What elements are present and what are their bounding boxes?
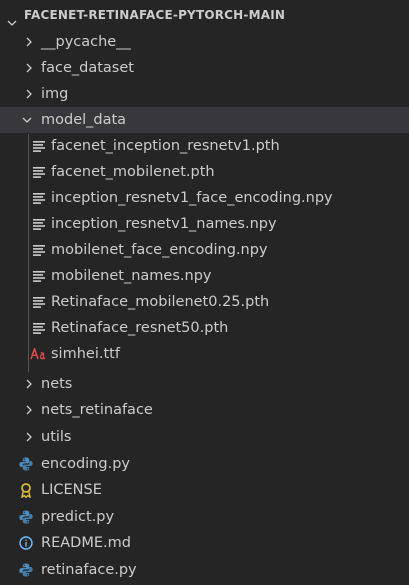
chevron-right-icon <box>22 35 36 49</box>
file-label: mobilenet_names.npy <box>51 268 212 284</box>
file-row[interactable]: predict.py <box>0 504 409 530</box>
file-label: encoding.py <box>41 456 130 472</box>
folder-label: face_dataset <box>41 60 134 76</box>
python-icon <box>19 563 33 577</box>
folder-label: __pycache__ <box>41 34 131 50</box>
file-row[interactable]: inception_resnetv1_names.npy <box>0 211 409 237</box>
chevron-right-icon <box>22 403 36 417</box>
file-label: Retinaface_mobilenet0.25.pth <box>51 294 270 310</box>
chevron-right-icon <box>22 61 36 75</box>
file-lines-icon <box>32 191 46 205</box>
folder-label: utils <box>41 429 72 445</box>
folder-face-dataset[interactable]: face_dataset <box>0 55 409 81</box>
file-label: simhei.ttf <box>51 346 120 362</box>
folder-label: img <box>41 86 69 102</box>
file-row[interactable]: inception_resnetv1_face_encoding.npy <box>0 185 409 211</box>
file-lines-icon <box>32 243 46 257</box>
file-row[interactable]: facenet_inception_resnetv1.pth <box>0 133 409 159</box>
file-row[interactable]: retinaface.py <box>0 557 409 583</box>
file-row[interactable]: mobilenet_names.npy <box>0 263 409 289</box>
font-file-icon <box>30 347 48 361</box>
folder-nets[interactable]: nets <box>0 371 409 397</box>
folder-label: nets_retinaface <box>41 402 153 418</box>
file-lines-icon <box>32 295 46 309</box>
folder-pycache[interactable]: __pycache__ <box>0 29 409 55</box>
file-row[interactable]: README.md <box>0 530 409 556</box>
file-row[interactable]: facenet_mobilenet.pth <box>0 159 409 185</box>
file-label: README.md <box>41 535 131 551</box>
python-icon <box>19 510 33 524</box>
python-icon <box>19 457 33 471</box>
folder-model-data[interactable]: model_data <box>0 107 409 133</box>
folder-img[interactable]: img <box>0 81 409 107</box>
file-label: inception_resnetv1_names.npy <box>51 216 277 232</box>
license-icon <box>19 482 33 498</box>
file-row[interactable]: encoding.py <box>0 451 409 477</box>
file-lines-icon <box>32 165 46 179</box>
file-label: Retinaface_resnet50.pth <box>51 320 229 336</box>
chevron-down-icon <box>20 113 34 127</box>
folder-nets-retinaface[interactable]: nets_retinaface <box>0 397 409 423</box>
file-label: retinaface.py <box>41 562 137 578</box>
file-row[interactable]: LICENSE <box>0 477 409 503</box>
file-explorer: FACENET-RETINAFACE-PYTORCH-MAIN __pycach… <box>0 0 409 585</box>
file-label: mobilenet_face_encoding.npy <box>51 242 268 258</box>
folder-label: model_data <box>41 112 127 128</box>
chevron-right-icon <box>22 87 36 101</box>
chevron-right-icon <box>22 430 36 444</box>
file-label: facenet_mobilenet.pth <box>51 164 215 180</box>
file-label: facenet_inception_resnetv1.pth <box>51 138 280 154</box>
file-label: predict.py <box>41 509 115 525</box>
file-row[interactable]: mobilenet_face_encoding.npy <box>0 237 409 263</box>
file-lines-icon <box>32 321 46 335</box>
file-row[interactable]: Retinaface_resnet50.pth <box>0 315 409 341</box>
chevron-right-icon <box>22 377 36 391</box>
file-row[interactable]: Retinaface_mobilenet0.25.pth <box>0 289 409 315</box>
file-label: inception_resnetv1_face_encoding.npy <box>51 190 333 206</box>
file-label: LICENSE <box>41 482 102 498</box>
project-header[interactable]: FACENET-RETINAFACE-PYTORCH-MAIN <box>0 0 409 30</box>
folder-utils[interactable]: utils <box>0 424 409 450</box>
file-lines-icon <box>32 269 46 283</box>
file-lines-icon <box>32 139 46 153</box>
project-title: FACENET-RETINAFACE-PYTORCH-MAIN <box>24 8 286 22</box>
file-row[interactable]: simhei.ttf <box>0 341 409 367</box>
info-icon <box>19 536 33 550</box>
folder-label: nets <box>41 376 73 392</box>
file-lines-icon <box>32 217 46 231</box>
